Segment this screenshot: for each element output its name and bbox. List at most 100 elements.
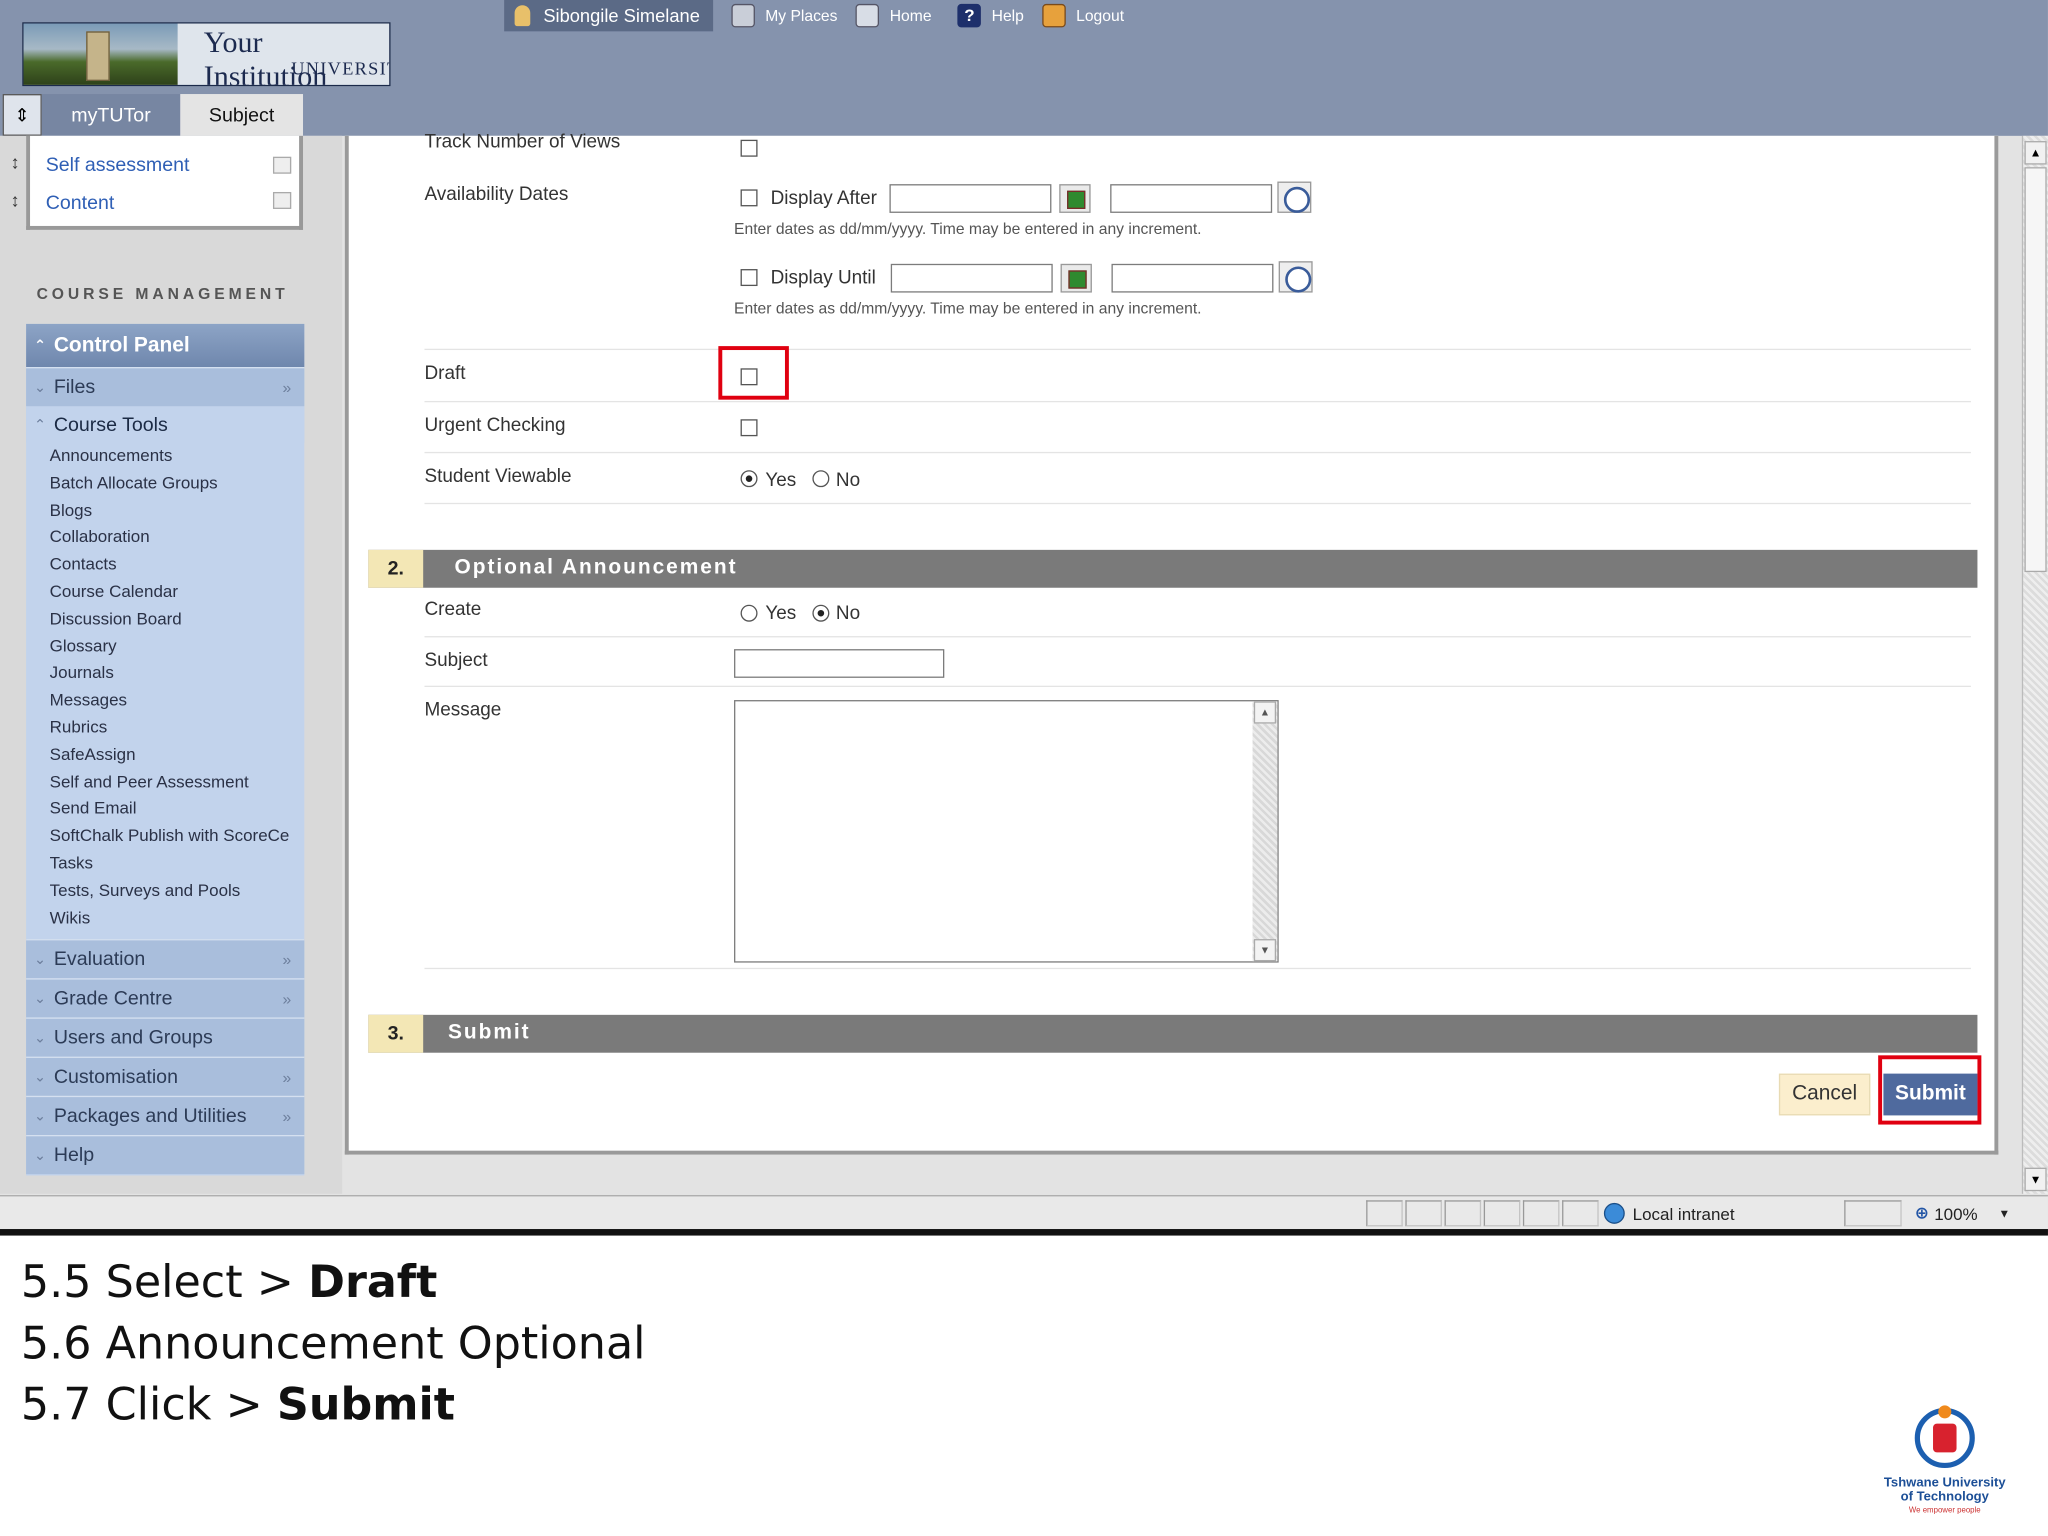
- tool-item[interactable]: Course Calendar: [50, 581, 305, 608]
- tool-item[interactable]: Send Email: [50, 798, 305, 825]
- tab-mytutor[interactable]: myTUTor: [41, 94, 181, 136]
- chevron-down-icon: ⌄: [33, 380, 46, 396]
- menu-toggle-icon[interactable]: ⇕: [2, 94, 42, 136]
- sidebar-section-files[interactable]: ⌄ Files »: [26, 367, 305, 407]
- tool-item[interactable]: Contacts: [50, 554, 305, 581]
- nav-my-places[interactable]: My Places: [765, 7, 837, 25]
- clock-icon[interactable]: [1277, 181, 1312, 213]
- tool-item[interactable]: Announcements: [50, 445, 305, 472]
- viewable-yes-radio[interactable]: [740, 470, 758, 488]
- security-zone[interactable]: Local intranet: [1603, 1200, 1735, 1226]
- collapse-icon[interactable]: [272, 191, 292, 209]
- sidebar-section-users-groups[interactable]: ⌄ Users and Groups: [26, 1017, 305, 1058]
- create-no-radio[interactable]: [812, 604, 830, 622]
- step-text: 5.7 Click >: [20, 1379, 277, 1432]
- section-title: Optional Announcement: [454, 556, 738, 579]
- chevron-up-icon: ⌃: [33, 338, 46, 354]
- chevron-down-icon: ⌄: [33, 1070, 46, 1086]
- subject-input[interactable]: [734, 649, 945, 678]
- sidebar-section-grade-centre[interactable]: ⌄ Grade Centre »: [26, 978, 305, 1018]
- clock-icon[interactable]: [1278, 261, 1313, 293]
- chevron-right-icon: »: [282, 950, 292, 969]
- display-until-checkbox[interactable]: [740, 269, 758, 287]
- instruction-step-1: 5.5 Select > Draft: [21, 1256, 437, 1308]
- cancel-button[interactable]: Cancel: [1778, 1073, 1871, 1116]
- collapse-icon[interactable]: [272, 156, 292, 174]
- divider: [424, 451, 1971, 454]
- tool-item[interactable]: Collaboration: [50, 527, 305, 554]
- scroll-thumb[interactable]: [2024, 167, 2047, 573]
- availability-label: Availability Dates: [424, 184, 569, 206]
- status-cell: [1483, 1200, 1521, 1227]
- control-panel-header[interactable]: ⌃ Control Panel: [26, 323, 305, 368]
- urgent-checkbox[interactable]: [740, 419, 758, 437]
- tool-item[interactable]: Tests, Surveys and Pools: [50, 880, 305, 907]
- page-scrollbar[interactable]: ▲ ▼: [2021, 135, 2048, 1194]
- date-hint: Enter dates as dd/mm/yyyy. Time may be e…: [734, 219, 1202, 238]
- viewable-no-radio[interactable]: [812, 470, 830, 488]
- display-after-time-input[interactable]: [1110, 184, 1273, 213]
- zoom-control[interactable]: ⊕ 100% ▼: [1915, 1200, 2010, 1226]
- tool-item[interactable]: Glossary: [50, 636, 305, 663]
- no-label: No: [835, 603, 861, 625]
- tool-item[interactable]: Self and Peer Assessment: [50, 771, 305, 798]
- create-yes-radio[interactable]: [740, 604, 758, 622]
- scroll-down-icon[interactable]: ▼: [2024, 1167, 2047, 1192]
- tool-item[interactable]: Messages: [50, 690, 305, 717]
- chevron-up-icon: ⌃: [33, 417, 46, 433]
- scroll-up-icon[interactable]: ▲: [1253, 701, 1277, 724]
- home-icon: [855, 3, 880, 28]
- tool-self-assessment[interactable]: Self assessment: [46, 154, 190, 176]
- tab-subject[interactable]: Subject: [180, 94, 304, 136]
- tool-item[interactable]: SafeAssign: [50, 744, 305, 771]
- top-header: Your Institution UNIVERSITY Sibongile Si…: [0, 0, 2048, 136]
- submit-button[interactable]: Submit: [1883, 1073, 1978, 1116]
- user-menu[interactable]: Sibongile Simelane: [504, 0, 713, 32]
- tool-item[interactable]: Journals: [50, 663, 305, 690]
- section-title: Submit: [447, 1021, 531, 1044]
- tool-item[interactable]: Batch Allocate Groups: [50, 473, 305, 500]
- scroll-down-icon[interactable]: ▼: [1253, 939, 1277, 962]
- protected-mode-icon[interactable]: [1844, 1200, 1902, 1227]
- sidebar-section-packages[interactable]: ⌄ Packages and Utilities »: [26, 1096, 305, 1136]
- tool-item[interactable]: Tasks: [50, 853, 305, 880]
- sidebar-section-help[interactable]: ⌄ Help: [26, 1135, 305, 1175]
- tool-item[interactable]: Discussion Board: [50, 608, 305, 635]
- section-label: Help: [53, 1144, 95, 1167]
- section-number: 3.: [368, 1014, 424, 1053]
- message-textarea[interactable]: ▲ ▼: [734, 700, 1279, 963]
- display-until-date-input[interactable]: [890, 263, 1053, 293]
- calendar-icon[interactable]: [1059, 184, 1091, 213]
- sidebar-section-course-tools[interactable]: ⌃ Course Tools: [26, 406, 305, 443]
- sidebar-section-evaluation[interactable]: ⌄ Evaluation »: [26, 939, 305, 979]
- tut-tagline: We empower people: [1908, 1507, 1981, 1516]
- sidebar-section-customisation[interactable]: ⌄ Customisation »: [26, 1057, 305, 1097]
- tool-content[interactable]: Content: [46, 192, 115, 214]
- tool-item[interactable]: SoftChalk Publish with ScoreCe: [50, 826, 305, 853]
- calendar-icon[interactable]: [1060, 263, 1092, 293]
- drag-handle-icon[interactable]: ↕: [10, 152, 19, 173]
- display-after-checkbox[interactable]: [740, 189, 758, 207]
- institution-logo[interactable]: Your Institution UNIVERSITY: [22, 22, 391, 87]
- scroll-up-icon[interactable]: ▲: [2024, 141, 2047, 165]
- track-views-checkbox[interactable]: [740, 139, 758, 157]
- draft-checkbox[interactable]: [740, 368, 758, 386]
- main-content: Track Number of Views Availability Dates…: [344, 132, 1999, 1155]
- drag-handle-icon[interactable]: ↕: [10, 189, 19, 210]
- tool-item[interactable]: Blogs: [50, 500, 305, 527]
- step-emphasis: Submit: [276, 1379, 456, 1432]
- display-after-date-input[interactable]: [889, 184, 1052, 213]
- nav-logout[interactable]: Logout: [1076, 7, 1124, 25]
- message-label: Message: [424, 700, 502, 721]
- step-text: 5.5 Select >: [20, 1256, 309, 1309]
- user-name: Sibongile Simelane: [543, 5, 700, 27]
- nav-home[interactable]: Home: [890, 7, 932, 25]
- course-tools-list: Announcements Batch Allocate Groups Blog…: [26, 443, 304, 940]
- tut-name: Tshwane University of Technology: [1883, 1475, 2006, 1505]
- display-until-time-input[interactable]: [1111, 263, 1274, 293]
- nav-help[interactable]: Help: [992, 7, 1024, 25]
- tool-item[interactable]: Wikis: [50, 907, 305, 934]
- left-sidebar: ↕ ↕ Self assessment Content COURSE MANAG…: [0, 135, 343, 1194]
- textarea-scrollbar[interactable]: ▲ ▼: [1252, 701, 1278, 962]
- tool-item[interactable]: Rubrics: [50, 717, 305, 744]
